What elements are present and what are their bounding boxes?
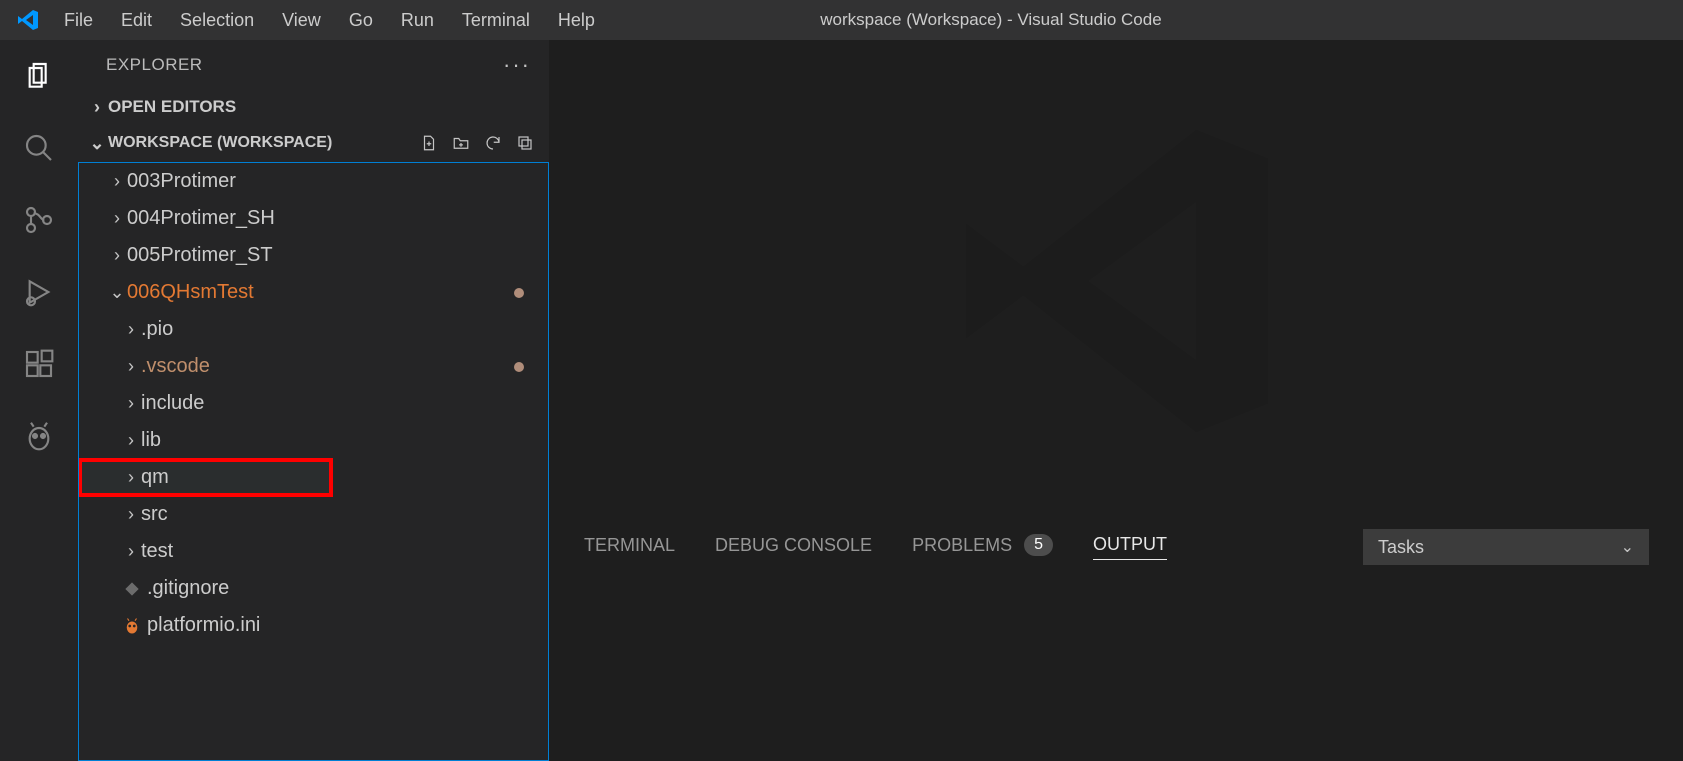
git-modified-dot-icon bbox=[514, 288, 524, 298]
bottom-panel: TERMINAL DEBUG CONSOLE PROBLEMS 5 OUTPUT… bbox=[550, 521, 1683, 761]
activity-scm-icon[interactable] bbox=[21, 202, 57, 238]
collapse-all-icon[interactable] bbox=[515, 133, 535, 153]
workspace-label: WORKSPACE (WORKSPACE) bbox=[108, 134, 332, 152]
more-actions-icon[interactable]: ··· bbox=[503, 52, 531, 78]
activity-search-icon[interactable] bbox=[21, 130, 57, 166]
git-modified-dot-icon bbox=[514, 362, 524, 372]
folder-pio[interactable]: ›.pio bbox=[79, 311, 548, 348]
folder-src[interactable]: ›src bbox=[79, 496, 548, 533]
file-platformio-ini[interactable]: platformio.ini bbox=[79, 607, 548, 644]
chevron-right-icon: › bbox=[121, 504, 141, 525]
menu-view[interactable]: View bbox=[268, 4, 335, 37]
sidebar: EXPLORER ··· › OPEN EDITORS ⌄ WORKSPACE … bbox=[78, 40, 550, 761]
folder-006qhsmtest[interactable]: ⌄006QHsmTest bbox=[79, 274, 548, 311]
folder-vscode[interactable]: ›.vscode bbox=[79, 348, 548, 385]
menu-file[interactable]: File bbox=[50, 4, 107, 37]
problems-badge: 5 bbox=[1024, 534, 1053, 556]
activity-run-debug-icon[interactable] bbox=[21, 274, 57, 310]
window-title: workspace (Workspace) - Visual Studio Co… bbox=[609, 10, 1373, 30]
chevron-down-icon: ⌄ bbox=[86, 133, 108, 154]
chevron-right-icon: › bbox=[121, 393, 141, 414]
output-channel-dropdown[interactable]: Tasks ⌄ bbox=[1363, 529, 1649, 565]
tab-output[interactable]: OUTPUT bbox=[1093, 534, 1167, 560]
git-file-icon bbox=[121, 581, 143, 597]
folder-003protimer[interactable]: ›003Protimer bbox=[79, 163, 548, 200]
menu-selection[interactable]: Selection bbox=[166, 4, 268, 37]
new-file-icon[interactable] bbox=[419, 133, 439, 153]
editor-empty bbox=[550, 40, 1683, 521]
chevron-right-icon: › bbox=[86, 97, 108, 118]
chevron-right-icon: › bbox=[107, 245, 127, 266]
activity-extensions-icon[interactable] bbox=[21, 346, 57, 382]
chevron-right-icon: › bbox=[121, 541, 141, 562]
menu-help[interactable]: Help bbox=[544, 4, 609, 37]
file-gitignore[interactable]: .gitignore bbox=[79, 570, 548, 607]
open-editors-section[interactable]: › OPEN EDITORS bbox=[78, 90, 549, 124]
chevron-down-icon: ⌄ bbox=[107, 282, 127, 303]
chevron-right-icon: › bbox=[107, 171, 127, 192]
tab-terminal[interactable]: TERMINAL bbox=[584, 535, 675, 560]
chevron-right-icon: › bbox=[121, 356, 141, 377]
chevron-down-icon: ⌄ bbox=[1621, 537, 1634, 557]
titlebar: File Edit Selection View Go Run Terminal… bbox=[0, 0, 1683, 40]
menu-run[interactable]: Run bbox=[387, 4, 448, 37]
explorer-title: EXPLORER bbox=[106, 55, 203, 75]
tab-debug-console[interactable]: DEBUG CONSOLE bbox=[715, 535, 872, 560]
menubar: File Edit Selection View Go Run Terminal… bbox=[50, 4, 609, 37]
chevron-right-icon: › bbox=[121, 430, 141, 451]
activity-bar bbox=[0, 40, 78, 761]
activity-platformio-icon[interactable] bbox=[21, 418, 57, 454]
menu-edit[interactable]: Edit bbox=[107, 4, 166, 37]
folder-004protimer-sh[interactable]: ›004Protimer_SH bbox=[79, 200, 548, 237]
menu-go[interactable]: Go bbox=[335, 4, 387, 37]
folder-005protimer-st[interactable]: ›005Protimer_ST bbox=[79, 237, 548, 274]
folder-lib[interactable]: ›lib bbox=[79, 422, 548, 459]
vscode-logo-icon bbox=[14, 6, 42, 34]
menu-terminal[interactable]: Terminal bbox=[448, 4, 544, 37]
folder-test[interactable]: ›test bbox=[79, 533, 548, 570]
refresh-icon[interactable] bbox=[483, 133, 503, 153]
editor-area: TERMINAL DEBUG CONSOLE PROBLEMS 5 OUTPUT… bbox=[550, 40, 1683, 761]
chevron-right-icon: › bbox=[121, 319, 141, 340]
chevron-right-icon: › bbox=[107, 208, 127, 229]
new-folder-icon[interactable] bbox=[451, 133, 471, 153]
workspace-section[interactable]: ⌄ WORKSPACE (WORKSPACE) bbox=[78, 124, 549, 162]
activity-explorer-icon[interactable] bbox=[21, 58, 57, 94]
panel-tabs: TERMINAL DEBUG CONSOLE PROBLEMS 5 OUTPUT… bbox=[550, 522, 1683, 572]
tab-problems[interactable]: PROBLEMS 5 bbox=[912, 534, 1053, 560]
file-tree: ›003Protimer ›004Protimer_SH ›005Protime… bbox=[78, 162, 549, 761]
vscode-watermark-icon bbox=[937, 101, 1297, 461]
folder-qm[interactable]: ›qm bbox=[79, 459, 332, 496]
open-editors-label: OPEN EDITORS bbox=[108, 97, 236, 117]
folder-include[interactable]: ›include bbox=[79, 385, 548, 422]
platformio-file-icon bbox=[121, 617, 143, 635]
sidebar-header: EXPLORER ··· bbox=[78, 40, 549, 90]
chevron-right-icon: › bbox=[121, 467, 141, 488]
